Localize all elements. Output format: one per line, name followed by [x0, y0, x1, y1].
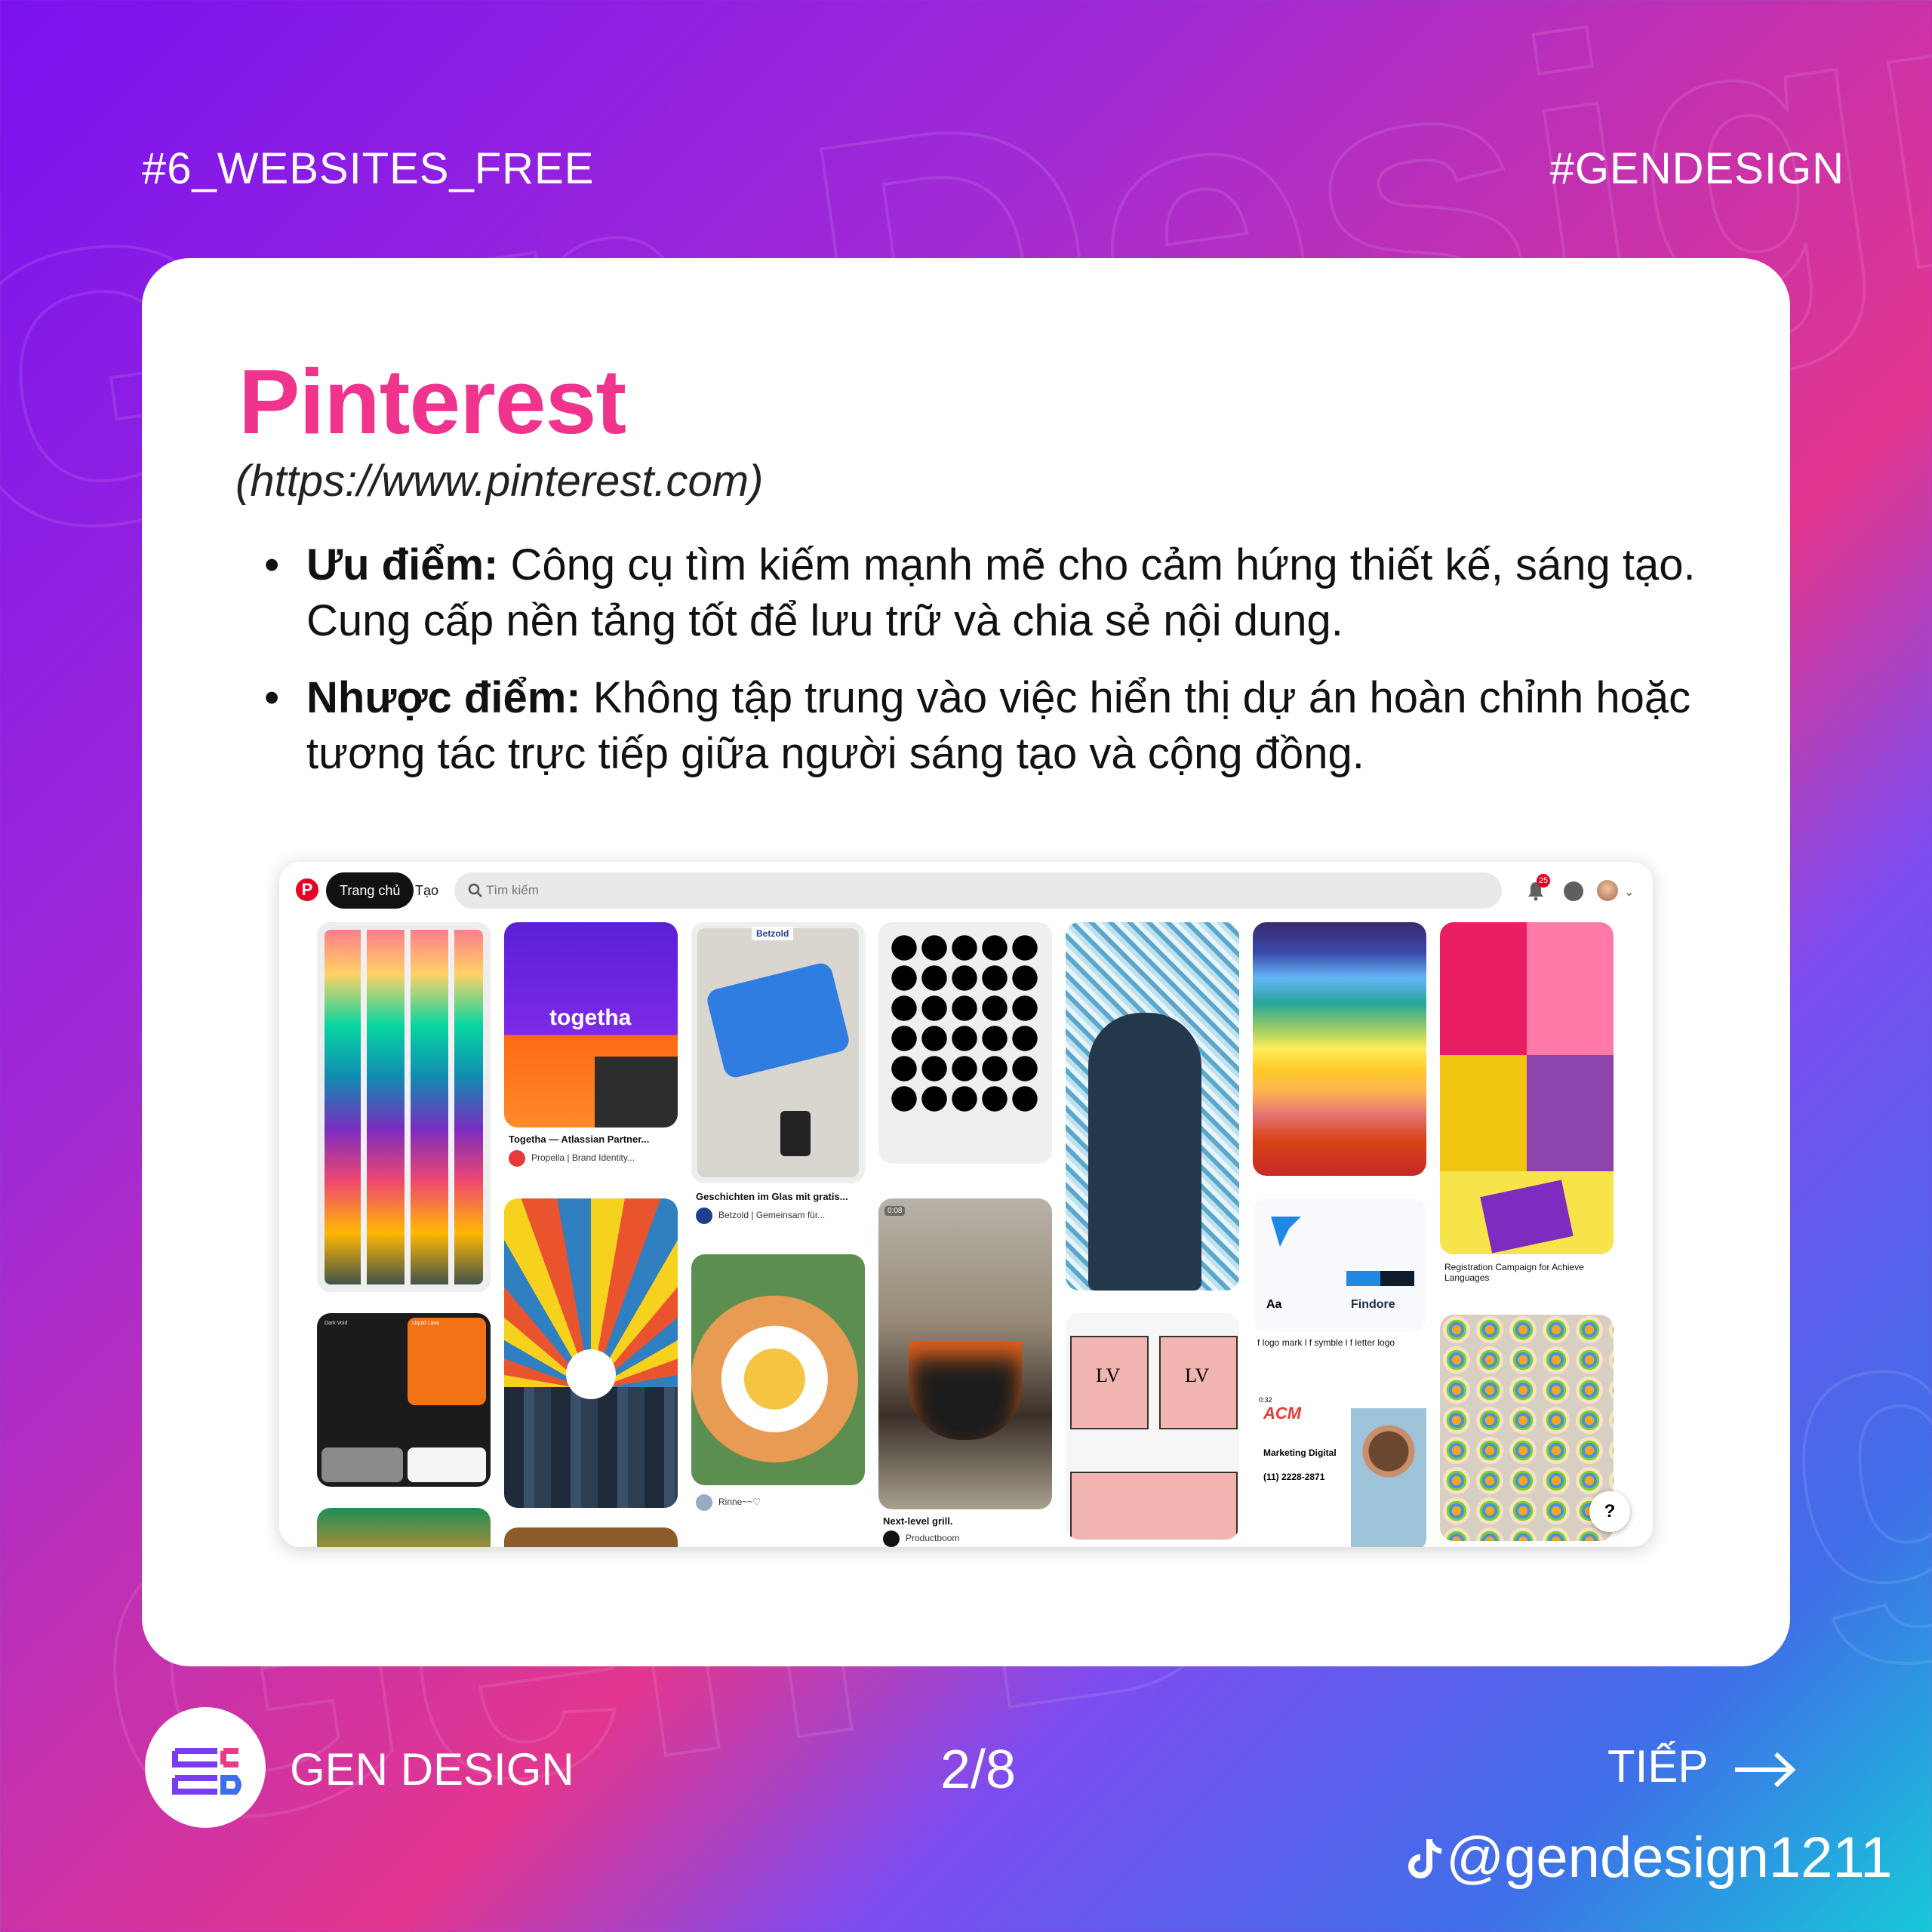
pros-text: Công cụ tìm kiếm mạnh mẽ cho cảm hứng th…	[306, 540, 1696, 645]
pin-source: Productboom	[883, 1531, 1057, 1547]
pin-breakfast[interactable]	[691, 1254, 865, 1485]
lv-mark-2: LV	[1185, 1364, 1210, 1386]
pin-achieve-languages[interactable]	[1440, 922, 1614, 1254]
pin-comic-city[interactable]	[504, 1198, 678, 1508]
palette-orange-title: Liquid Lava	[412, 1321, 439, 1326]
video-duration: 0:32	[1259, 1396, 1272, 1404]
create-link[interactable]: Tạo	[415, 872, 438, 909]
tiktok-icon	[1408, 1839, 1442, 1878]
pin-source: Rinne~~♡	[696, 1494, 869, 1511]
pin-glass-stories[interactable]: Betzold	[691, 922, 865, 1183]
pin-black-shapes[interactable]	[878, 922, 1052, 1164]
pin-color-swatches[interactable]	[1253, 922, 1426, 1176]
series-tag: #6_WEBSITES_FREE	[142, 144, 595, 193]
notification-badge: 25	[1537, 874, 1550, 888]
pros-cons-list: • Ưu điểm: Công cụ tìm kiếm mạnh mẽ cho …	[264, 537, 1703, 803]
next-button[interactable]: TIẾP	[1607, 1740, 1797, 1792]
avatar[interactable]	[1597, 880, 1618, 901]
gen-design-logo-icon	[172, 1748, 242, 1795]
help-button[interactable]: ?	[1589, 1491, 1630, 1532]
betzold-tag: Betzold	[752, 927, 794, 940]
pros-label: Ưu điểm:	[306, 540, 499, 589]
pin-dark-palette[interactable]: Dark Void Liquid Lava	[317, 1313, 491, 1487]
website-url: (https://www.pinterest.com)	[235, 457, 764, 506]
gen-design-logo	[145, 1707, 266, 1828]
findore-text: Findore	[1351, 1298, 1395, 1311]
togetha-logo-text: togetha	[549, 1005, 632, 1030]
bullet-icon: •	[264, 673, 280, 722]
pros-item: • Ưu điểm: Công cụ tìm kiếm mạnh mẽ cho …	[264, 537, 1703, 649]
pin-title: f logo mark l f symble l f letter logo	[1257, 1337, 1395, 1348]
pin-color-palettes[interactable]	[317, 922, 491, 1292]
chevron-down-icon[interactable]: ⌄	[1624, 884, 1634, 900]
next-label: TIẾP	[1607, 1741, 1708, 1792]
pin-grill[interactable]: 0:08	[878, 1198, 1052, 1509]
search-icon	[468, 883, 482, 897]
pin-source: Betzold | Gemeinsam für...	[696, 1208, 869, 1224]
page-title: Pinterest	[238, 350, 626, 453]
chat-icon[interactable]	[1564, 881, 1583, 901]
pinterest-logo-icon[interactable]: P	[296, 878, 318, 901]
marketing-phone: (11) 2228-2871	[1263, 1472, 1325, 1482]
pin-source: Propella | Brand Identity...	[509, 1150, 682, 1167]
palette-dark-title: Dark Void	[325, 1321, 348, 1326]
page-counter: 2/8	[940, 1740, 1017, 1800]
pin-partial[interactable]	[317, 1508, 491, 1547]
pin-togetha[interactable]: togetha	[504, 922, 678, 1128]
pin-painted-stones[interactable]	[1440, 1315, 1614, 1541]
findore-icon	[1271, 1217, 1301, 1247]
pin-title: Geschichten im Glas mit gratis...	[696, 1191, 848, 1202]
pin-lv-bags[interactable]: LV LV	[1066, 1313, 1239, 1540]
search-input[interactable]: Tìm kiếm	[454, 872, 1502, 909]
bullet-icon: •	[264, 540, 280, 589]
brand-name: GEN DESIGN	[290, 1744, 574, 1795]
pin-title: Registration Campaign for Achieve Langua…	[1444, 1262, 1584, 1283]
tiktok-handle[interactable]: @gendesign1211	[1407, 1825, 1892, 1890]
video-duration: 0:08	[884, 1206, 906, 1216]
pin-findore-logo[interactable]: Findore Aa	[1253, 1198, 1426, 1331]
marketing-title: Marketing Digital	[1263, 1447, 1337, 1458]
arrow-right-icon	[1734, 1752, 1796, 1788]
home-button[interactable]: Trang chủ	[326, 872, 414, 909]
pin-marketing[interactable]: 0:32 ACM Marketing Digital (11) 2228-287…	[1253, 1393, 1426, 1547]
handle-text: @gendesign1211	[1446, 1826, 1893, 1890]
pin-partial[interactable]	[504, 1527, 678, 1547]
content-card: Pinterest (https://www.pinterest.com) • …	[142, 258, 1790, 1666]
pin-title: Togetha — Atlassian Partner...	[509, 1134, 650, 1145]
pin-title: Next-level grill.	[883, 1515, 953, 1527]
brand-tag: #GENDESIGN	[1549, 144, 1844, 193]
marketing-brand: ACM	[1263, 1404, 1302, 1423]
cons-label: Nhược điểm:	[306, 673, 581, 722]
pin-silhouette-art[interactable]	[1066, 922, 1239, 1291]
pinterest-screenshot: P Trang chủ Tạo Tìm kiếm 25 ⌄ Dark Void …	[279, 862, 1653, 1547]
search-placeholder: Tìm kiếm	[486, 883, 539, 897]
cons-item: • Nhược điểm: Không tập trung vào việc h…	[264, 670, 1703, 782]
lv-mark: LV	[1096, 1364, 1121, 1386]
pinterest-top-bar: P Trang chủ Tạo Tìm kiếm 25 ⌄	[279, 862, 1653, 919]
findore-aa: Aa	[1266, 1298, 1282, 1311]
